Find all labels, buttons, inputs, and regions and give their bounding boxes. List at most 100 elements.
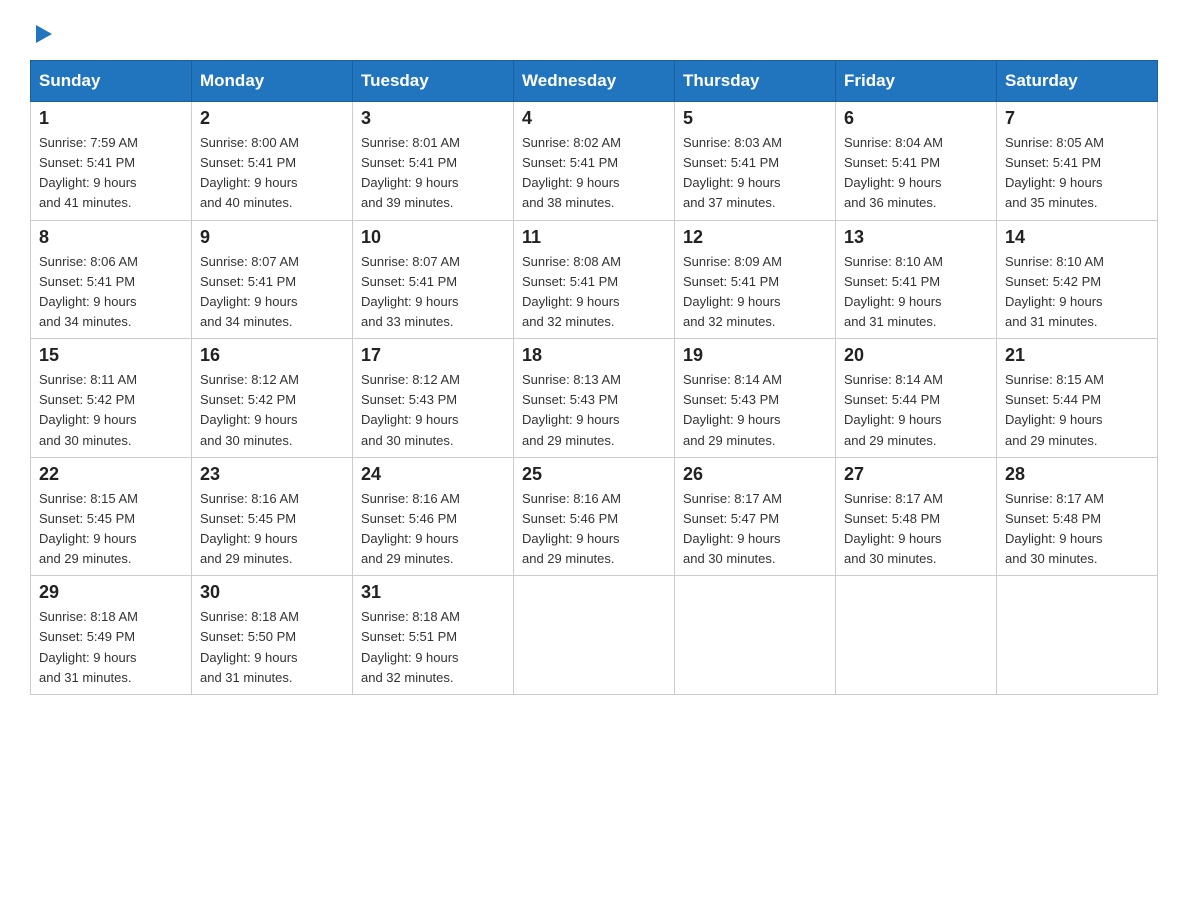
day-number: 14 xyxy=(1005,227,1149,248)
calendar-cell: 31 Sunrise: 8:18 AMSunset: 5:51 PMDaylig… xyxy=(353,576,514,695)
day-info: Sunrise: 8:07 AMSunset: 5:41 PMDaylight:… xyxy=(200,252,344,333)
day-info: Sunrise: 8:18 AMSunset: 5:49 PMDaylight:… xyxy=(39,607,183,688)
day-number: 5 xyxy=(683,108,827,129)
calendar-cell: 20 Sunrise: 8:14 AMSunset: 5:44 PMDaylig… xyxy=(836,339,997,458)
day-info: Sunrise: 8:14 AMSunset: 5:43 PMDaylight:… xyxy=(683,370,827,451)
day-number: 3 xyxy=(361,108,505,129)
day-info: Sunrise: 8:08 AMSunset: 5:41 PMDaylight:… xyxy=(522,252,666,333)
day-info: Sunrise: 8:12 AMSunset: 5:43 PMDaylight:… xyxy=(361,370,505,451)
calendar-week-row: 15 Sunrise: 8:11 AMSunset: 5:42 PMDaylig… xyxy=(31,339,1158,458)
day-number: 15 xyxy=(39,345,183,366)
calendar-cell: 21 Sunrise: 8:15 AMSunset: 5:44 PMDaylig… xyxy=(997,339,1158,458)
weekday-header-tuesday: Tuesday xyxy=(353,61,514,102)
day-number: 20 xyxy=(844,345,988,366)
calendar-cell: 17 Sunrise: 8:12 AMSunset: 5:43 PMDaylig… xyxy=(353,339,514,458)
day-number: 25 xyxy=(522,464,666,485)
day-number: 2 xyxy=(200,108,344,129)
calendar-cell: 5 Sunrise: 8:03 AMSunset: 5:41 PMDayligh… xyxy=(675,102,836,221)
calendar-cell: 19 Sunrise: 8:14 AMSunset: 5:43 PMDaylig… xyxy=(675,339,836,458)
calendar-cell: 13 Sunrise: 8:10 AMSunset: 5:41 PMDaylig… xyxy=(836,220,997,339)
calendar-table: SundayMondayTuesdayWednesdayThursdayFrid… xyxy=(30,60,1158,695)
logo-triangle-icon xyxy=(32,23,54,45)
day-info: Sunrise: 8:12 AMSunset: 5:42 PMDaylight:… xyxy=(200,370,344,451)
weekday-header-sunday: Sunday xyxy=(31,61,192,102)
calendar-cell: 23 Sunrise: 8:16 AMSunset: 5:45 PMDaylig… xyxy=(192,457,353,576)
day-info: Sunrise: 8:17 AMSunset: 5:48 PMDaylight:… xyxy=(844,489,988,570)
day-info: Sunrise: 8:11 AMSunset: 5:42 PMDaylight:… xyxy=(39,370,183,451)
day-number: 22 xyxy=(39,464,183,485)
calendar-cell: 2 Sunrise: 8:00 AMSunset: 5:41 PMDayligh… xyxy=(192,102,353,221)
day-number: 1 xyxy=(39,108,183,129)
calendar-cell xyxy=(997,576,1158,695)
day-number: 12 xyxy=(683,227,827,248)
day-info: Sunrise: 8:15 AMSunset: 5:45 PMDaylight:… xyxy=(39,489,183,570)
day-number: 9 xyxy=(200,227,344,248)
calendar-cell: 27 Sunrise: 8:17 AMSunset: 5:48 PMDaylig… xyxy=(836,457,997,576)
day-number: 17 xyxy=(361,345,505,366)
day-info: Sunrise: 8:14 AMSunset: 5:44 PMDaylight:… xyxy=(844,370,988,451)
day-number: 24 xyxy=(361,464,505,485)
calendar-cell: 14 Sunrise: 8:10 AMSunset: 5:42 PMDaylig… xyxy=(997,220,1158,339)
calendar-cell: 30 Sunrise: 8:18 AMSunset: 5:50 PMDaylig… xyxy=(192,576,353,695)
calendar-cell: 29 Sunrise: 8:18 AMSunset: 5:49 PMDaylig… xyxy=(31,576,192,695)
calendar-cell xyxy=(836,576,997,695)
day-number: 13 xyxy=(844,227,988,248)
calendar-cell: 26 Sunrise: 8:17 AMSunset: 5:47 PMDaylig… xyxy=(675,457,836,576)
day-info: Sunrise: 7:59 AMSunset: 5:41 PMDaylight:… xyxy=(39,133,183,214)
weekday-header-monday: Monday xyxy=(192,61,353,102)
calendar-week-row: 8 Sunrise: 8:06 AMSunset: 5:41 PMDayligh… xyxy=(31,220,1158,339)
day-number: 10 xyxy=(361,227,505,248)
day-info: Sunrise: 8:09 AMSunset: 5:41 PMDaylight:… xyxy=(683,252,827,333)
day-info: Sunrise: 8:01 AMSunset: 5:41 PMDaylight:… xyxy=(361,133,505,214)
page-header xyxy=(30,20,1158,40)
day-info: Sunrise: 8:10 AMSunset: 5:42 PMDaylight:… xyxy=(1005,252,1149,333)
calendar-cell: 3 Sunrise: 8:01 AMSunset: 5:41 PMDayligh… xyxy=(353,102,514,221)
calendar-cell: 7 Sunrise: 8:05 AMSunset: 5:41 PMDayligh… xyxy=(997,102,1158,221)
day-info: Sunrise: 8:13 AMSunset: 5:43 PMDaylight:… xyxy=(522,370,666,451)
day-number: 8 xyxy=(39,227,183,248)
day-info: Sunrise: 8:03 AMSunset: 5:41 PMDaylight:… xyxy=(683,133,827,214)
day-info: Sunrise: 8:17 AMSunset: 5:48 PMDaylight:… xyxy=(1005,489,1149,570)
day-info: Sunrise: 8:02 AMSunset: 5:41 PMDaylight:… xyxy=(522,133,666,214)
day-number: 28 xyxy=(1005,464,1149,485)
weekday-header-friday: Friday xyxy=(836,61,997,102)
day-number: 23 xyxy=(200,464,344,485)
calendar-cell: 1 Sunrise: 7:59 AMSunset: 5:41 PMDayligh… xyxy=(31,102,192,221)
day-info: Sunrise: 8:10 AMSunset: 5:41 PMDaylight:… xyxy=(844,252,988,333)
day-number: 27 xyxy=(844,464,988,485)
day-number: 16 xyxy=(200,345,344,366)
day-info: Sunrise: 8:17 AMSunset: 5:47 PMDaylight:… xyxy=(683,489,827,570)
day-info: Sunrise: 8:00 AMSunset: 5:41 PMDaylight:… xyxy=(200,133,344,214)
day-number: 18 xyxy=(522,345,666,366)
day-number: 6 xyxy=(844,108,988,129)
day-info: Sunrise: 8:07 AMSunset: 5:41 PMDaylight:… xyxy=(361,252,505,333)
calendar-week-row: 1 Sunrise: 7:59 AMSunset: 5:41 PMDayligh… xyxy=(31,102,1158,221)
calendar-cell: 6 Sunrise: 8:04 AMSunset: 5:41 PMDayligh… xyxy=(836,102,997,221)
day-info: Sunrise: 8:04 AMSunset: 5:41 PMDaylight:… xyxy=(844,133,988,214)
weekday-header-saturday: Saturday xyxy=(997,61,1158,102)
calendar-cell: 25 Sunrise: 8:16 AMSunset: 5:46 PMDaylig… xyxy=(514,457,675,576)
calendar-cell: 4 Sunrise: 8:02 AMSunset: 5:41 PMDayligh… xyxy=(514,102,675,221)
calendar-cell: 18 Sunrise: 8:13 AMSunset: 5:43 PMDaylig… xyxy=(514,339,675,458)
day-number: 4 xyxy=(522,108,666,129)
day-number: 19 xyxy=(683,345,827,366)
day-info: Sunrise: 8:18 AMSunset: 5:50 PMDaylight:… xyxy=(200,607,344,688)
calendar-cell: 22 Sunrise: 8:15 AMSunset: 5:45 PMDaylig… xyxy=(31,457,192,576)
day-number: 11 xyxy=(522,227,666,248)
calendar-cell xyxy=(675,576,836,695)
calendar-cell xyxy=(514,576,675,695)
day-info: Sunrise: 8:16 AMSunset: 5:45 PMDaylight:… xyxy=(200,489,344,570)
day-number: 29 xyxy=(39,582,183,603)
weekday-header-thursday: Thursday xyxy=(675,61,836,102)
calendar-cell: 24 Sunrise: 8:16 AMSunset: 5:46 PMDaylig… xyxy=(353,457,514,576)
day-info: Sunrise: 8:16 AMSunset: 5:46 PMDaylight:… xyxy=(522,489,666,570)
calendar-cell: 10 Sunrise: 8:07 AMSunset: 5:41 PMDaylig… xyxy=(353,220,514,339)
logo xyxy=(30,20,54,40)
calendar-cell: 28 Sunrise: 8:17 AMSunset: 5:48 PMDaylig… xyxy=(997,457,1158,576)
day-number: 31 xyxy=(361,582,505,603)
day-info: Sunrise: 8:16 AMSunset: 5:46 PMDaylight:… xyxy=(361,489,505,570)
day-info: Sunrise: 8:15 AMSunset: 5:44 PMDaylight:… xyxy=(1005,370,1149,451)
calendar-cell: 9 Sunrise: 8:07 AMSunset: 5:41 PMDayligh… xyxy=(192,220,353,339)
calendar-header-row: SundayMondayTuesdayWednesdayThursdayFrid… xyxy=(31,61,1158,102)
calendar-week-row: 22 Sunrise: 8:15 AMSunset: 5:45 PMDaylig… xyxy=(31,457,1158,576)
